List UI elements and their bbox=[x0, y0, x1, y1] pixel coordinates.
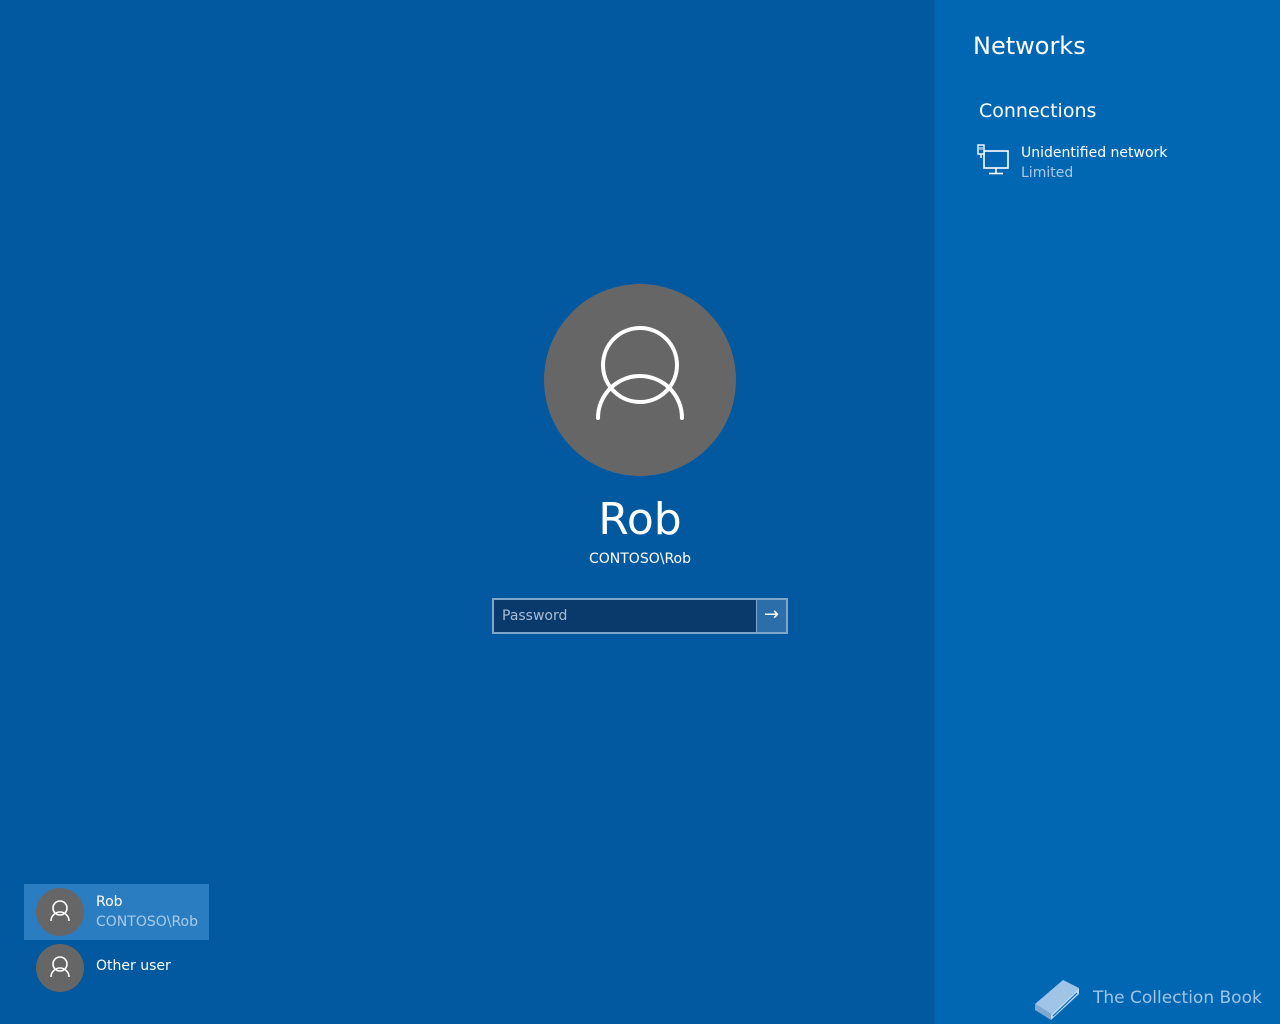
user-list-name: Rob bbox=[96, 894, 123, 910]
user-list-avatar bbox=[36, 944, 84, 992]
wired-network-icon bbox=[977, 144, 1009, 175]
submit-button[interactable]: → bbox=[756, 600, 786, 632]
user-list-name: Other user bbox=[96, 958, 171, 974]
user-switcher: Rob CONTOSO\Rob Other user bbox=[24, 884, 209, 996]
connections-heading: Connections bbox=[979, 100, 1097, 122]
network-connection-item[interactable]: Unidentified network Limited bbox=[977, 142, 1267, 188]
user-list-domain: CONTOSO\Rob bbox=[96, 914, 199, 930]
lock-screen-background: Rob CONTOSO\Rob → Rob CONTOSO\Rob Other … bbox=[0, 0, 934, 1024]
user-icon bbox=[50, 956, 70, 978]
panel-title: Networks bbox=[973, 32, 1086, 60]
arrow-right-icon: → bbox=[763, 604, 780, 625]
user-list-item-other-user[interactable]: Other user bbox=[24, 940, 209, 996]
network-name: Unidentified network bbox=[1021, 145, 1168, 161]
password-box: → bbox=[492, 598, 788, 634]
user-icon bbox=[50, 900, 70, 922]
network-status: Limited bbox=[1021, 165, 1074, 181]
user-domain: CONTOSO\Rob bbox=[588, 551, 691, 567]
user-list-item-rob[interactable]: Rob CONTOSO\Rob bbox=[24, 884, 209, 940]
password-input[interactable] bbox=[494, 600, 756, 632]
user-avatar bbox=[544, 284, 736, 476]
user-list-avatar bbox=[36, 888, 84, 936]
user-silhouette-icon bbox=[596, 326, 684, 420]
book-icon bbox=[1035, 980, 1079, 1020]
user-name: Rob bbox=[598, 494, 682, 545]
networks-panel: Networks Connections Unidentified networ… bbox=[934, 0, 1280, 1024]
watermark-text: The Collection Book bbox=[1093, 988, 1262, 1008]
watermark: The Collection Book bbox=[1029, 974, 1269, 1022]
